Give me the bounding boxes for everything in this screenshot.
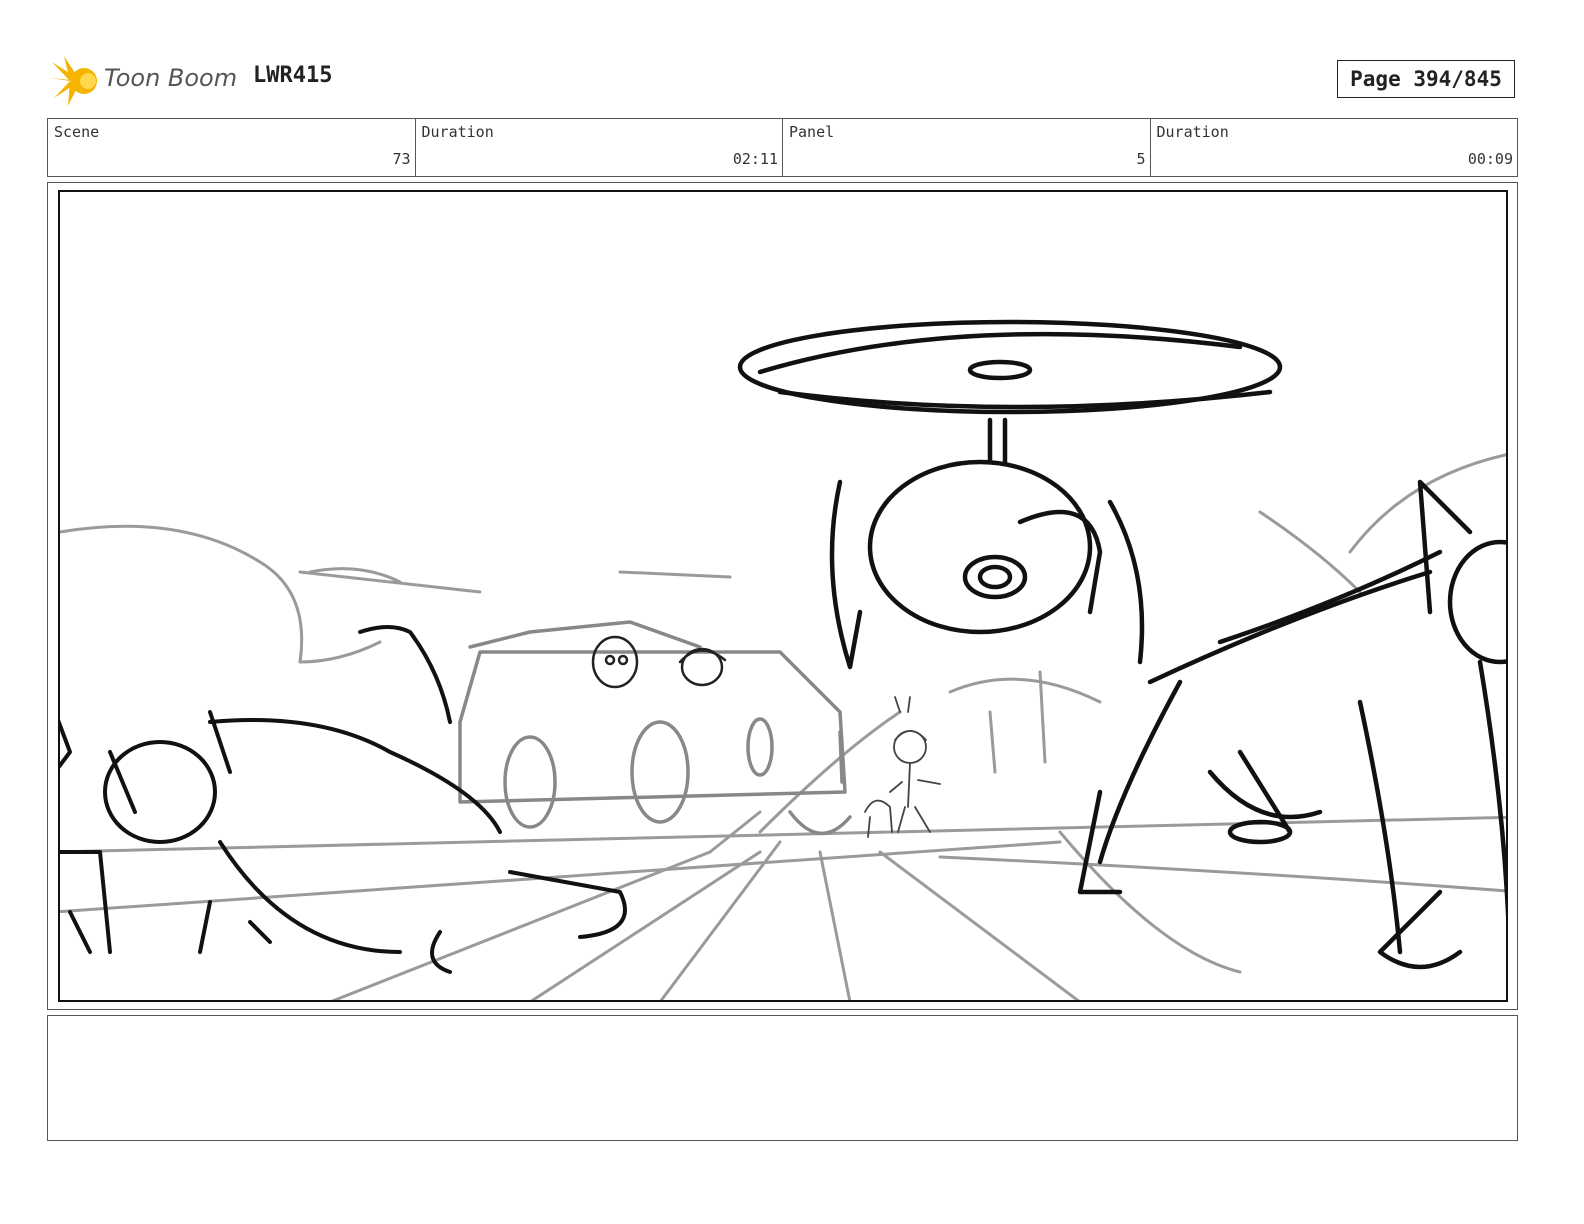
panel-duration-label: Duration	[1156, 123, 1229, 141]
scene-duration-cell: Duration 02:11	[416, 119, 783, 176]
scene-duration-label: Duration	[421, 123, 494, 141]
page-indicator: Page 394/845	[1337, 60, 1515, 98]
panel-duration-value: 00:09	[1467, 150, 1513, 168]
project-code: LWR415	[253, 63, 333, 88]
logo-text: Toon Boom	[104, 64, 238, 92]
panel-label: Panel	[789, 123, 835, 141]
panel-notes-box	[47, 1015, 1518, 1141]
toon-boom-logo: Toon Boom	[50, 52, 240, 108]
panel-duration-cell: Duration 00:09	[1151, 119, 1518, 176]
panel-value: 5	[1136, 150, 1146, 168]
starburst-logo-icon	[50, 56, 97, 106]
scene-info-table: Scene 73 Duration 02:11 Panel 5 Duration…	[47, 118, 1518, 177]
storyboard-sketch	[58, 190, 1508, 1002]
scene-value: 73	[392, 150, 411, 168]
panel-cell: Panel 5	[783, 119, 1151, 176]
scene-cell: Scene 73	[48, 119, 416, 176]
storyboard-panel-frame	[47, 182, 1518, 1010]
scene-label: Scene	[54, 123, 100, 141]
scene-duration-value: 02:11	[732, 150, 778, 168]
